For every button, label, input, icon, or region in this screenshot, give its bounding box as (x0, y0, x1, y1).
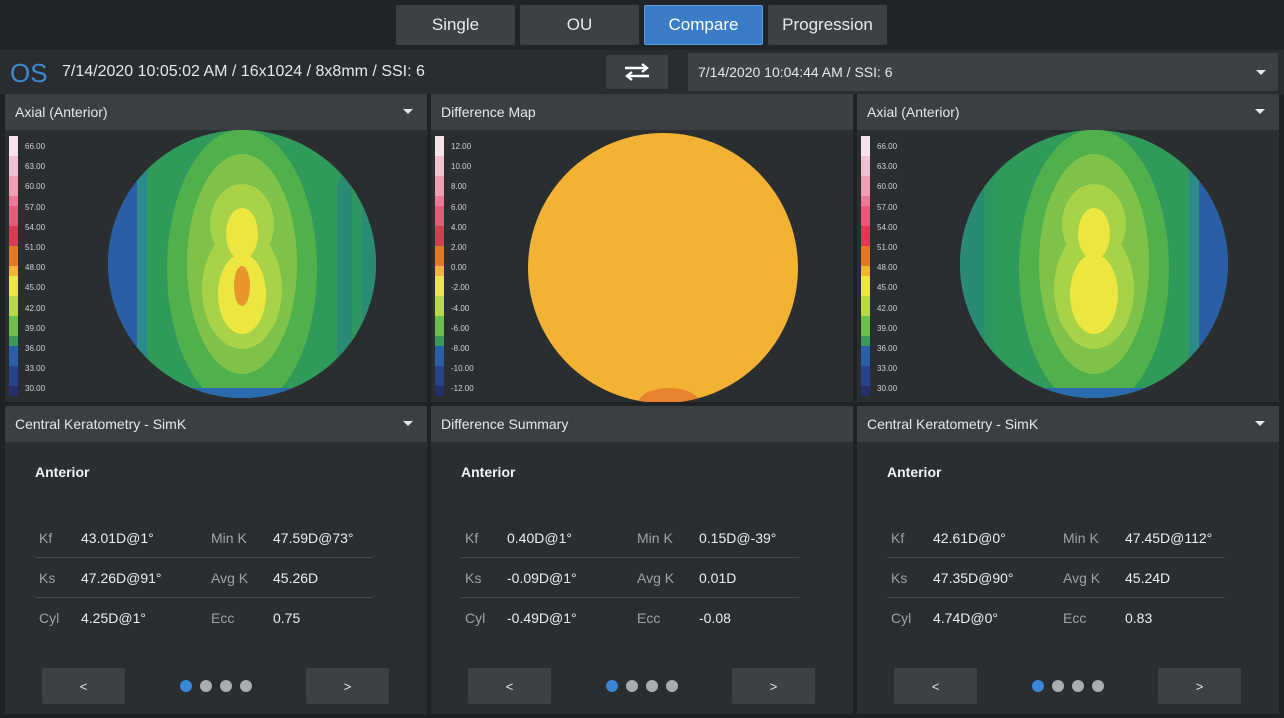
metric-value: 45.26D (273, 570, 319, 586)
metric-label: Ecc (637, 610, 661, 626)
keratometry-row: Cyl -0.49D@1° Ecc -0.08 (461, 598, 799, 638)
page-dot[interactable] (606, 680, 618, 692)
keratometry-row: Ks -0.09D@1° Avg K 0.01D (461, 558, 799, 598)
metric-value: 0.83 (1125, 610, 1153, 626)
keratometry-row: Ks 47.35D@90° Avg K 45.24D (887, 558, 1225, 598)
next-page-button[interactable]: > (732, 668, 815, 704)
metric-label: Cyl (39, 610, 60, 626)
keratometry-row: Cyl 4.25D@1° Ecc 0.75 (35, 598, 373, 638)
prev-page-button[interactable]: < (42, 668, 125, 704)
page-dot[interactable] (180, 680, 192, 692)
metric-label: Kf (891, 530, 905, 546)
page-dot[interactable] (200, 680, 212, 692)
metric-value: 0.01D (699, 570, 737, 586)
metric-label: Min K (211, 530, 247, 546)
map-type-select[interactable]: Axial (Anterior) (5, 94, 427, 130)
metric-label: Kf (39, 530, 53, 546)
panel-3: Axial (Anterior) 66.00 63.00 60.00 57.00 54.0… (857, 0, 1279, 718)
map-type-select[interactable]: Axial (Anterior) (857, 94, 1279, 130)
metric-label: Min K (637, 530, 673, 546)
metric-label: Avg K (637, 570, 675, 586)
summary-area: Anterior Kf 42.61D@0° Min K 47.45D@112° Ks 47.… (857, 442, 1279, 714)
metric-value: 0.15D@-39° (699, 530, 777, 546)
prev-page-button[interactable]: < (468, 668, 551, 704)
metric-value: 47.26D@91° (81, 570, 162, 586)
section-label: Anterior (35, 464, 90, 480)
panel-2: Difference Map 12.00 10.00 8.00 6.00 4.00 2.00… (431, 0, 853, 718)
page-dot[interactable] (666, 680, 678, 692)
metric-label: Ecc (1063, 610, 1087, 626)
metric-label: Ks (891, 570, 908, 586)
map-type-select: Difference Map (431, 94, 853, 130)
section-label: Anterior (461, 464, 516, 480)
keratometry-row: Kf 43.01D@1° Min K 47.59D@73° (35, 518, 373, 558)
summary-type-select[interactable]: Central Keratometry - SimK (857, 406, 1279, 442)
difference-map (528, 133, 798, 402)
summary-area: Anterior Kf 43.01D@1° Min K 47.59D@73° Ks 47.2… (5, 442, 427, 714)
page-indicator (180, 680, 260, 694)
topography-map (960, 130, 1228, 398)
next-page-button[interactable]: > (1158, 668, 1241, 704)
metric-value: -0.09D@1° (507, 570, 577, 586)
page-dot[interactable] (646, 680, 658, 692)
metric-value: 0.40D@1° (507, 530, 572, 546)
metric-value: 47.45D@112° (1125, 530, 1213, 546)
topography-map (108, 130, 376, 398)
summary-type-select: Difference Summary (431, 406, 853, 442)
summary-title: Central Keratometry - SimK (15, 416, 187, 432)
page-dot[interactable] (240, 680, 252, 692)
metric-value: 45.24D (1125, 570, 1171, 586)
panel-1: Axial (Anterior) 66.00 63.00 60.00 57.00 54.0… (5, 0, 427, 718)
summary-type-select[interactable]: Central Keratometry - SimK (5, 406, 427, 442)
metric-value: 4.25D@1° (81, 610, 146, 626)
chevron-down-icon (1255, 421, 1265, 426)
map-title: Axial (Anterior) (15, 104, 108, 120)
summary-title: Central Keratometry - SimK (867, 416, 1039, 432)
map-title: Axial (Anterior) (867, 104, 960, 120)
chevron-down-icon (403, 109, 413, 114)
page-dot[interactable] (626, 680, 638, 692)
map-area: 66.00 63.00 60.00 57.00 54.00 51.00 48.00 45.00… (857, 130, 1279, 402)
page-dot[interactable] (1092, 680, 1104, 692)
metric-value: -0.49D@1° (507, 610, 577, 626)
page-dot[interactable] (1032, 680, 1044, 692)
metric-label: Avg K (211, 570, 249, 586)
metric-value: -0.08 (699, 610, 731, 626)
map-title: Difference Map (441, 104, 536, 120)
metric-value: 43.01D@1° (81, 530, 154, 546)
metric-label: Min K (1063, 530, 1099, 546)
page-dot[interactable] (220, 680, 232, 692)
page-indicator (606, 680, 686, 694)
keratometry-row: Kf 0.40D@1° Min K 0.15D@-39° (461, 518, 799, 558)
metric-value: 47.59D@73° (273, 530, 354, 546)
page-dot[interactable] (1052, 680, 1064, 692)
metric-value: 47.35D@90° (933, 570, 1014, 586)
metric-label: Kf (465, 530, 479, 546)
chevron-down-icon (1255, 109, 1265, 114)
metric-value: 0.75 (273, 610, 301, 626)
metric-label: Cyl (465, 610, 486, 626)
section-label: Anterior (887, 464, 942, 480)
next-page-button[interactable]: > (306, 668, 389, 704)
summary-area: Anterior Kf 0.40D@1° Min K 0.15D@-39° Ks -0.09… (431, 442, 853, 714)
metric-value: 4.74D@0° (933, 610, 998, 626)
metric-value: 42.61D@0° (933, 530, 1006, 546)
metric-label: Avg K (1063, 570, 1101, 586)
keratometry-row: Ks 47.26D@91° Avg K 45.26D (35, 558, 373, 598)
page-indicator (1032, 680, 1112, 694)
metric-label: Ks (465, 570, 482, 586)
page-dot[interactable] (1072, 680, 1084, 692)
map-area: 66.00 63.00 60.00 57.00 54.00 51.00 48.00 45.00… (5, 130, 427, 402)
keratometry-row: Cyl 4.74D@0° Ecc 0.83 (887, 598, 1225, 638)
prev-page-button[interactable]: < (894, 668, 977, 704)
metric-label: Cyl (891, 610, 912, 626)
chevron-down-icon (403, 421, 413, 426)
metric-label: Ks (39, 570, 56, 586)
summary-title: Difference Summary (441, 416, 569, 432)
metric-label: Ecc (211, 610, 235, 626)
map-area: 12.00 10.00 8.00 6.00 4.00 2.00 0.00 -2.00 -4.00… (431, 130, 853, 402)
keratometry-row: Kf 42.61D@0° Min K 47.45D@112° (887, 518, 1225, 558)
